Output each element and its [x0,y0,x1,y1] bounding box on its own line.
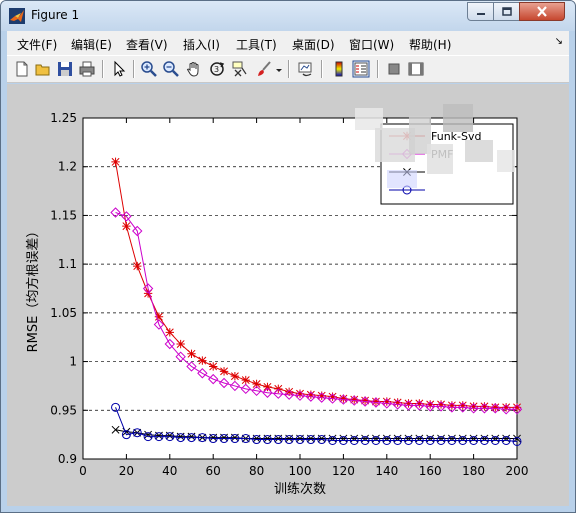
minimize-button[interactable] [467,2,494,21]
pan-hand-icon[interactable] [185,60,203,78]
data-point-marker [241,375,250,385]
y-tick-label: 0.9 [58,452,77,466]
edit-plot-arrow-icon[interactable] [110,60,128,78]
close-icon [537,6,547,17]
data-point-marker [176,339,185,349]
data-point-marker [122,221,131,231]
x-tick-label: 0 [79,464,87,478]
data-point-marker [209,362,218,371]
menu-insert[interactable]: 插入(I) [183,36,220,53]
y-tick-label: 1.15 [50,208,77,222]
x-tick-label: 180 [462,464,485,478]
data-point-marker [219,367,229,376]
print-icon[interactable] [78,60,96,78]
toolbar-separator [377,60,379,78]
close-button[interactable] [519,2,565,21]
hide-plot-tools-icon[interactable] [385,60,403,78]
x-tick-label: 40 [162,464,177,478]
x-axis-label: 训练次数 [274,481,326,497]
data-point-marker [165,328,174,337]
y-tick-label: 1.2 [58,160,77,174]
x-tick-label: 140 [375,464,398,478]
y-tick-label: 1.25 [50,111,77,125]
toolbar-separator [321,60,323,78]
menu-bar: 文件(F) 编辑(E) 查看(V) 插入(I) 工具(T) 桌面(D) 窗口(W… [7,31,569,55]
title-bar[interactable]: Figure 1 [1,1,575,31]
menu-file[interactable]: 文件(F) [17,36,57,53]
open-file-icon[interactable] [34,60,52,78]
y-tick-label: 1.05 [50,306,77,320]
menu-tools[interactable]: 工具(T) [236,36,277,53]
menu-desktop[interactable]: 桌面(D) [292,36,335,53]
link-plot-icon[interactable] [297,60,315,78]
y-axis-label: RMSE（均方根误差） [25,225,41,353]
x-tick-label: 120 [332,464,355,478]
window-title: Figure 1 [31,8,80,22]
y-tick-label: 1.1 [58,257,77,271]
new-figure-icon[interactable] [13,60,31,78]
matlab-logo-icon [9,8,25,24]
svg-text:3: 3 [214,65,219,74]
menu-dock-arrow-icon[interactable]: ↘ [555,36,563,47]
y-tick-label: 0.95 [50,403,77,417]
menu-help[interactable]: 帮助(H) [409,36,451,53]
y-tick-label: 1 [69,355,77,369]
minimize-icon [476,12,485,15]
colorbar-icon[interactable] [330,60,348,78]
data-point-marker [230,371,240,381]
menu-edit[interactable]: 编辑(E) [71,36,112,53]
toolbar-separator [288,60,290,78]
zoom-in-icon[interactable] [140,60,158,78]
data-point-marker [133,261,142,271]
x-tick-label: 60 [206,464,221,478]
x-tick-label: 200 [506,464,529,478]
x-tick-label: 100 [289,464,312,478]
x-tick-label: 20 [119,464,134,478]
save-icon[interactable] [56,60,74,78]
data-point-marker [263,382,272,392]
x-tick-label: 160 [419,464,442,478]
maximize-button[interactable] [493,2,520,21]
data-point-marker [198,356,207,365]
legend-icon[interactable] [352,60,370,78]
brush-dropdown-icon[interactable] [275,60,283,78]
data-point-marker [187,349,196,358]
data-cursor-icon[interactable] [231,60,249,78]
brush-icon[interactable] [255,60,273,78]
menu-view[interactable]: 查看(V) [126,36,168,53]
data-point-marker [111,157,120,167]
toolbar-separator [102,60,104,78]
zoom-out-icon[interactable] [162,60,180,78]
toolbar: 3 [7,55,569,83]
figure-canvas: 0 20 40 60 80 100 120 140 160 180 200 0.9 0.95 1 1.05 1… [7,84,569,506]
maximize-icon [501,6,512,16]
rotate-3d-icon[interactable]: 3 [208,60,226,78]
menu-window[interactable]: 窗口(W) [349,36,394,53]
figure-window: Figure 1 文件(F) 编辑(E) 查看(V) 插入(I) 工具(T) 桌… [0,0,576,513]
x-tick-label: 80 [249,464,264,478]
plot-svg: 0 20 40 60 80 100 120 140 160 180 200 0.9 0.95 1 1.05 1… [25,104,529,497]
show-plot-tools-icon[interactable] [407,60,425,78]
toolbar-separator [133,60,135,78]
